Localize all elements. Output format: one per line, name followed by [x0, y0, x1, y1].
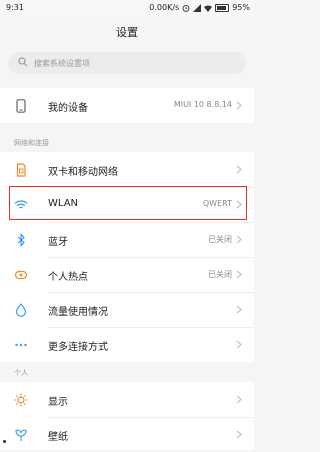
network-item-data-usage[interactable]: 流量使用情况 — [0, 292, 254, 327]
status-time: 9:31 — [6, 3, 24, 12]
battery-icon — [215, 3, 230, 12]
network-item-sim[interactable]: 双卡和移动网络 — [0, 152, 254, 187]
network-item-bluetooth[interactable]: 蓝牙 已关闭 — [0, 222, 254, 257]
personal-item-label: 显示 — [48, 397, 68, 408]
chevron-right-icon — [236, 430, 242, 439]
wallpaper-icon — [15, 429, 27, 441]
network-item-label: 更多连接方式 — [48, 342, 108, 353]
network-item-label: 个人热点 — [48, 272, 88, 283]
personal-item-display[interactable]: 显示 — [0, 382, 254, 417]
network-item-label: 蓝牙 — [48, 237, 68, 248]
search-placeholder: 搜索系统设置项 — [34, 59, 90, 68]
personal-card: 显示 壁纸 — [0, 382, 254, 450]
network-item-more[interactable]: 更多连接方式 — [0, 327, 254, 362]
phone-icon — [16, 99, 26, 113]
network-item-value: 已关闭 — [208, 235, 232, 244]
chevron-right-icon — [236, 340, 242, 349]
hotspot-icon — [14, 270, 28, 280]
network-item-value: 已关闭 — [208, 270, 232, 279]
network-card: 双卡和移动网络 WLAN QWERT 蓝牙 已关闭 个人热点 已关闭 流量使用情… — [0, 152, 254, 362]
search-icon — [18, 57, 28, 67]
my-device-row[interactable]: 我的设备 MIUI 10 8.8.14 — [0, 88, 254, 123]
wifi-status-icon — [204, 4, 213, 12]
network-item-hotspot[interactable]: 个人热点 已关闭 — [0, 257, 254, 292]
wlan-highlight-box — [9, 186, 247, 220]
bluetooth-icon — [17, 233, 25, 247]
chevron-right-icon — [236, 395, 242, 404]
search-input[interactable]: 搜索系统设置项 — [8, 52, 246, 74]
alarm-icon — [182, 4, 190, 12]
display-icon — [14, 393, 28, 407]
network-speed: 0.00K/s — [149, 3, 180, 12]
personal-item-label: 壁纸 — [48, 432, 68, 443]
chevron-right-icon — [236, 165, 242, 174]
chevron-right-icon — [236, 101, 242, 110]
status-icons: 0.00K/s 95% — [149, 3, 250, 12]
section-label-personal: 个人 — [14, 369, 28, 377]
data-usage-icon — [15, 303, 27, 317]
section-label-network: 网络和连接 — [14, 139, 49, 147]
page-title: 设置 — [116, 26, 138, 39]
signal-icon — [193, 3, 202, 12]
battery-percent: 95% — [232, 3, 250, 12]
chevron-right-icon — [236, 305, 242, 314]
more-connections-icon — [15, 343, 27, 347]
device-card: 我的设备 MIUI 10 8.8.14 — [0, 88, 254, 123]
bullet-dot — [3, 440, 6, 443]
status-bar: 9:31 0.00K/s 95% — [0, 0, 254, 16]
network-item-label: 流量使用情况 — [48, 307, 108, 318]
chevron-right-icon — [236, 270, 242, 279]
sim-card-icon — [16, 163, 26, 177]
chevron-right-icon — [236, 235, 242, 244]
my-device-value: MIUI 10 8.8.14 — [173, 100, 232, 109]
my-device-label: 我的设备 — [48, 103, 88, 114]
network-item-label: 双卡和移动网络 — [48, 167, 118, 178]
personal-item-wallpaper[interactable]: 壁纸 — [0, 417, 254, 452]
